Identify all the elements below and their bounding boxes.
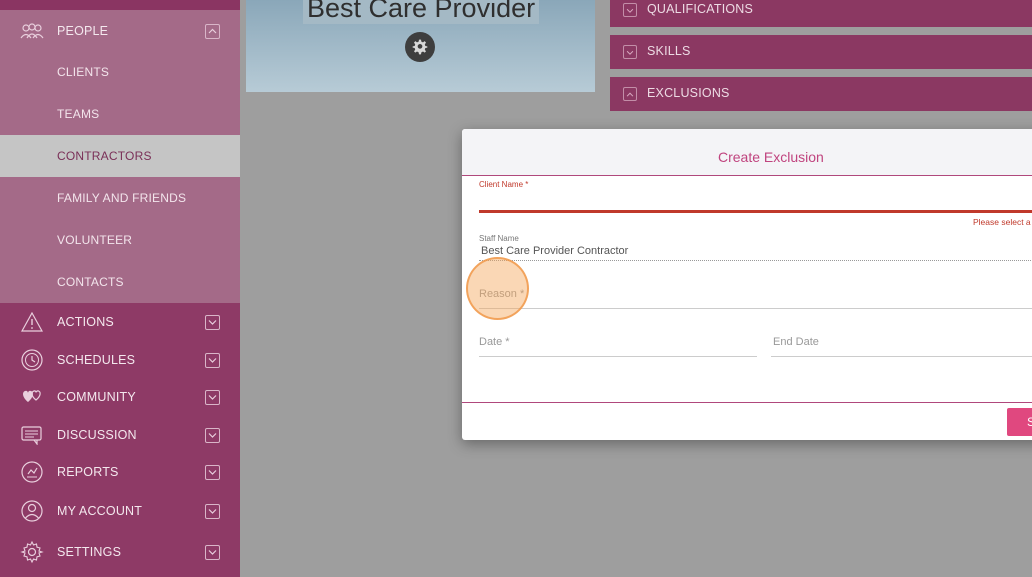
dialog-title: Create Exclusion: [718, 149, 824, 165]
dialog-header: Create Exclusion: [462, 129, 1032, 176]
sidebar-item-my-account[interactable]: MY ACCOUNT: [0, 500, 240, 522]
chevron-up-icon[interactable]: [623, 87, 637, 101]
panel-qualifications[interactable]: QUALIFICATIONS: [610, 0, 1032, 27]
profile-title: Best Care Provider: [303, 0, 540, 24]
warning-icon: [20, 310, 44, 334]
click-indicator: [466, 257, 529, 320]
chevron-down-icon[interactable]: [205, 314, 220, 330]
reason-field-underline: [479, 308, 1032, 309]
create-exclusion-dialog: Create Exclusion Client Name * Please se…: [462, 129, 1032, 440]
chat-icon: [20, 423, 44, 447]
sidebar-item-label: ACTIONS: [57, 315, 114, 329]
sidebar-item-label: REPORTS: [57, 465, 119, 479]
people-icon: [20, 19, 44, 43]
sidebar-item-settings[interactable]: SETTINGS: [0, 540, 240, 564]
profile-settings-button[interactable]: [405, 32, 435, 62]
sidebar-subitem-contractors[interactable]: CONTRACTORS: [0, 135, 240, 177]
sidebar-subitem-label: TEAMS: [57, 107, 100, 121]
staff-name-label: Staff Name: [479, 234, 519, 243]
sidebar-item-people[interactable]: PEOPLE: [0, 20, 240, 42]
sidebar-subitem-label: VOLUNTEER: [57, 233, 133, 247]
chevron-down-icon[interactable]: [623, 45, 637, 59]
chevron-down-icon[interactable]: [205, 427, 220, 443]
sidebar-item-reports[interactable]: REPORTS: [0, 461, 240, 483]
sidebar-subitem-family-and-friends[interactable]: FAMILY AND FRIENDS: [0, 177, 240, 219]
sidebar-item-discussion[interactable]: DISCUSSION: [0, 424, 240, 446]
sidebar-subitem-label: CONTRACTORS: [57, 149, 152, 163]
user-icon: [20, 499, 44, 523]
date-field[interactable]: Date *: [479, 336, 510, 348]
sidebar-item-label: SCHEDULES: [57, 353, 136, 367]
sidebar-item-label: MY ACCOUNT: [57, 504, 143, 518]
sidebar-item-label: COMMUNITY: [57, 390, 136, 404]
client-name-field[interactable]: [479, 210, 1032, 213]
chevron-up-icon[interactable]: [205, 23, 220, 39]
client-name-error: Please select a: [973, 217, 1031, 227]
panel-skills[interactable]: SKILLS: [610, 35, 1032, 69]
sidebar-subitem-label: CLIENTS: [57, 65, 110, 79]
date-field-underline: [479, 356, 757, 357]
panel-label: EXCLUSIONS: [647, 86, 730, 100]
chevron-down-icon[interactable]: [205, 464, 220, 480]
sidebar-item-label: SETTINGS: [57, 545, 122, 559]
end-date-field-underline: [771, 356, 1032, 357]
client-name-label: Client Name *: [479, 180, 529, 189]
clock-icon: [20, 348, 44, 372]
sidebar: PEOPLE CLIENTS TEAMS CONTRACTORS FAMILY …: [0, 0, 240, 577]
save-button[interactable]: S: [1007, 408, 1032, 436]
panel-label: QUALIFICATIONS: [647, 2, 754, 16]
panel-label: SKILLS: [647, 44, 691, 58]
hearts-icon: [20, 385, 44, 409]
dialog-footer-divider: [462, 402, 1032, 403]
sidebar-item-label: PEOPLE: [57, 24, 109, 38]
end-date-field[interactable]: End Date: [773, 336, 819, 348]
sidebar-subitem-clients[interactable]: CLIENTS: [0, 51, 240, 93]
sidebar-subitem-label: CONTACTS: [57, 275, 124, 289]
sidebar-item-label: DISCUSSION: [57, 428, 137, 442]
gear-icon: [412, 39, 428, 55]
panel-exclusions[interactable]: EXCLUSIONS: [610, 77, 1032, 111]
chevron-down-icon[interactable]: [205, 352, 220, 368]
reports-icon: [20, 460, 44, 484]
chevron-down-icon[interactable]: [205, 544, 220, 560]
sidebar-subitem-teams[interactable]: TEAMS: [0, 93, 240, 135]
staff-name-field-underline: [479, 260, 1032, 261]
sidebar-item-schedules[interactable]: SCHEDULES: [0, 349, 240, 371]
chevron-down-icon[interactable]: [205, 389, 220, 405]
gear-icon: [20, 540, 44, 564]
staff-name-value: Best Care Provider Contractor: [481, 245, 629, 257]
chevron-down-icon[interactable]: [205, 503, 220, 519]
sidebar-subitem-contacts[interactable]: CONTACTS: [0, 261, 240, 303]
sidebar-item-community[interactable]: COMMUNITY: [0, 386, 240, 408]
sidebar-item-actions[interactable]: ACTIONS: [0, 311, 240, 333]
sidebar-subitem-volunteer[interactable]: VOLUNTEER: [0, 219, 240, 261]
sidebar-subitem-label: FAMILY AND FRIENDS: [57, 191, 187, 205]
chevron-down-icon[interactable]: [623, 3, 637, 17]
sidebar-top-strip: [0, 0, 240, 10]
